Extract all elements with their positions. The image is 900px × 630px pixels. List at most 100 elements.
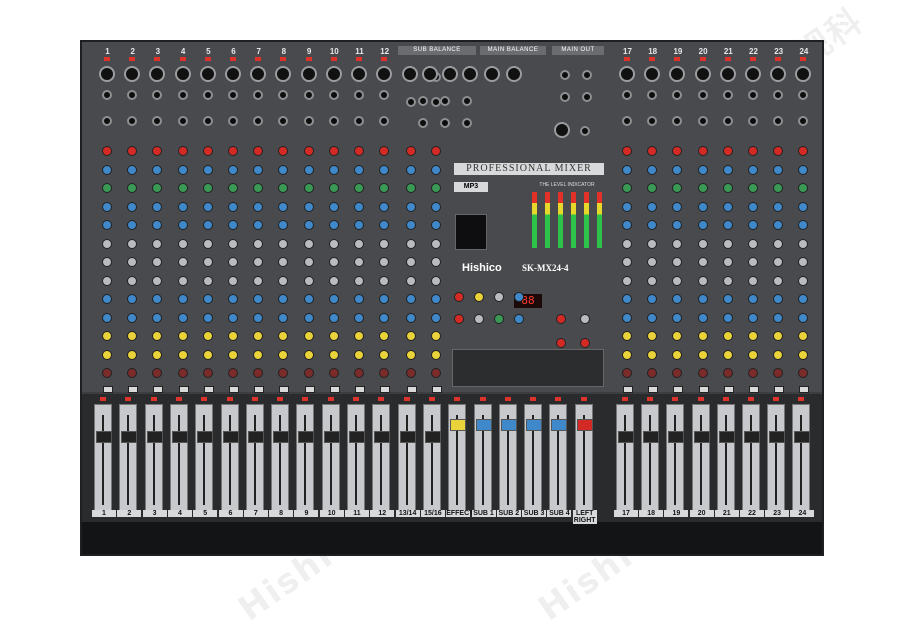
mute-button[interactable] (254, 386, 265, 393)
channel-knob[interactable] (379, 349, 390, 360)
aux-jack[interactable] (462, 96, 472, 106)
channel-knob[interactable] (773, 349, 784, 360)
mute-button[interactable] (723, 386, 734, 393)
channel-fader[interactable] (245, 404, 264, 516)
channel-knob[interactable] (228, 257, 238, 267)
channel-knob[interactable] (431, 349, 441, 360)
channel-knob[interactable] (672, 201, 683, 212)
channel-knob[interactable] (152, 201, 163, 212)
channel-knob[interactable] (431, 331, 441, 341)
channel-fader[interactable] (119, 404, 138, 516)
channel-knob[interactable] (228, 220, 238, 230)
insert-jack[interactable] (303, 116, 314, 126)
channel-knob[interactable] (328, 368, 339, 378)
channel-knob[interactable] (748, 183, 758, 193)
channel-knob[interactable] (431, 238, 441, 249)
fader-cap[interactable] (323, 431, 340, 443)
channel-knob[interactable] (102, 183, 112, 193)
channel-knob[interactable] (102, 275, 112, 286)
xlr-input-jack[interactable] (719, 66, 736, 82)
channel-knob[interactable] (773, 312, 784, 323)
channel-knob[interactable] (303, 257, 314, 267)
channel-knob[interactable] (622, 183, 632, 193)
fader-cap[interactable] (618, 431, 634, 443)
channel-knob[interactable] (773, 164, 784, 175)
channel-knob[interactable] (697, 275, 708, 286)
channel-knob[interactable] (697, 312, 708, 323)
channel-knob[interactable] (127, 201, 138, 212)
mute-button[interactable] (698, 386, 709, 393)
channel-fader[interactable] (524, 404, 543, 516)
channel-knob[interactable] (278, 201, 289, 212)
channel-knob[interactable] (328, 183, 339, 193)
master-knob[interactable] (556, 338, 566, 348)
channel-knob[interactable] (202, 257, 213, 267)
channel-knob[interactable] (773, 201, 784, 212)
effect-knob[interactable] (494, 292, 504, 302)
mute-button[interactable] (153, 386, 164, 393)
mute-button[interactable] (623, 386, 633, 393)
channel-knob[interactable] (722, 146, 733, 156)
channel-knob[interactable] (278, 349, 289, 360)
channel-fader[interactable] (195, 404, 214, 516)
channel-knob[interactable] (102, 220, 112, 230)
channel-knob[interactable] (177, 146, 188, 156)
channel-fader[interactable] (347, 404, 365, 516)
channel-knob[interactable] (177, 368, 188, 378)
channel-knob[interactable] (722, 220, 733, 230)
channel-knob[interactable] (354, 331, 364, 341)
main-out-jack[interactable] (560, 92, 570, 102)
channel-knob[interactable] (102, 201, 112, 212)
channel-knob[interactable] (406, 294, 416, 304)
line-input-jack[interactable] (697, 90, 708, 100)
channel-knob[interactable] (431, 312, 441, 323)
effect-knob[interactable] (454, 314, 464, 324)
channel-fader[interactable] (742, 404, 760, 516)
insert-jack[interactable] (354, 116, 364, 126)
channel-knob[interactable] (177, 312, 188, 323)
channel-knob[interactable] (798, 201, 809, 212)
channel-knob[interactable] (622, 164, 632, 175)
channel-knob[interactable] (354, 368, 364, 378)
channel-knob[interactable] (228, 183, 238, 193)
channel-knob[interactable] (672, 238, 683, 249)
channel-knob[interactable] (328, 164, 339, 175)
channel-knob[interactable] (127, 164, 138, 175)
effect-knob[interactable] (474, 314, 484, 324)
channel-knob[interactable] (722, 312, 733, 323)
channel-knob[interactable] (722, 368, 733, 378)
channel-knob[interactable] (722, 331, 733, 341)
channel-knob[interactable] (177, 331, 188, 341)
channel-fader[interactable] (271, 404, 290, 516)
channel-knob[interactable] (152, 275, 163, 286)
channel-knob[interactable] (177, 183, 188, 193)
channel-knob[interactable] (697, 331, 708, 341)
channel-knob[interactable] (354, 349, 364, 360)
insert-jack[interactable] (328, 116, 339, 126)
fader-cap[interactable] (450, 419, 467, 431)
channel-knob[interactable] (303, 294, 314, 304)
channel-knob[interactable] (622, 331, 632, 341)
channel-knob[interactable] (202, 238, 213, 249)
channel-knob[interactable] (431, 294, 441, 304)
channel-knob[interactable] (379, 201, 390, 212)
channel-knob[interactable] (303, 146, 314, 156)
xlr-input-jack[interactable] (174, 66, 191, 82)
effect-knob[interactable] (514, 314, 524, 324)
mute-button[interactable] (380, 386, 391, 393)
channel-knob[interactable] (328, 201, 339, 212)
aux-jack[interactable] (418, 96, 428, 106)
line-input-jack[interactable] (328, 90, 339, 100)
channel-knob[interactable] (672, 349, 683, 360)
channel-knob[interactable] (354, 164, 364, 175)
channel-knob[interactable] (431, 275, 441, 286)
channel-fader[interactable] (144, 404, 163, 516)
channel-fader[interactable] (641, 404, 660, 516)
channel-knob[interactable] (647, 349, 658, 360)
channel-knob[interactable] (228, 275, 238, 286)
channel-knob[interactable] (622, 294, 632, 304)
line-input-jack[interactable] (102, 90, 112, 100)
channel-knob[interactable] (102, 294, 112, 304)
channel-knob[interactable] (102, 368, 112, 378)
channel-knob[interactable] (228, 164, 238, 175)
